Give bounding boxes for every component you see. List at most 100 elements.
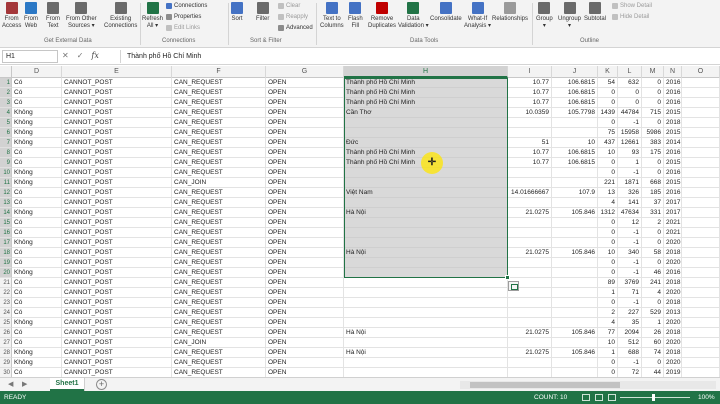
cell-l[interactable]: 1 xyxy=(618,158,642,168)
cell-d[interactable]: Có xyxy=(12,308,62,318)
cell-f[interactable]: CAN_REQUEST xyxy=(172,278,266,288)
cell-d[interactable]: Không xyxy=(12,348,62,358)
cell-g[interactable]: OPEN xyxy=(266,78,344,88)
cell-n[interactable]: 2015 xyxy=(664,128,682,138)
cell-m[interactable]: 0 xyxy=(642,118,664,128)
cell-l[interactable]: 72 xyxy=(618,368,642,377)
cell-j[interactable] xyxy=(552,258,598,268)
cell-j[interactable]: 105.846 xyxy=(552,208,598,218)
cell-n[interactable]: 2018 xyxy=(664,328,682,338)
cell-k[interactable]: 0 xyxy=(598,238,618,248)
cell-j[interactable] xyxy=(552,268,598,278)
cell-n[interactable]: 2016 xyxy=(664,268,682,278)
cell-f[interactable]: CAN_REQUEST xyxy=(172,168,266,178)
cell-i[interactable] xyxy=(508,168,552,178)
row-header[interactable]: 9 xyxy=(0,158,12,168)
cell-e[interactable]: CANNOT_POST xyxy=(62,118,172,128)
cell-n[interactable]: 2015 xyxy=(664,158,682,168)
cell-d[interactable]: Có xyxy=(12,188,62,198)
cell-m[interactable]: 0 xyxy=(642,258,664,268)
cell-d[interactable]: Có xyxy=(12,258,62,268)
existing-connections-button[interactable]: Existing Connections xyxy=(104,2,137,30)
cell-n[interactable]: 2019 xyxy=(664,368,682,377)
cell-d[interactable]: Có xyxy=(12,228,62,238)
cell-o[interactable] xyxy=(682,138,720,148)
zoom-slider[interactable] xyxy=(620,397,690,398)
cell-m[interactable]: 58 xyxy=(642,248,664,258)
cell-f[interactable]: CAN_REQUEST xyxy=(172,148,266,158)
cell-f[interactable]: CAN_REQUEST xyxy=(172,218,266,228)
sheet-tab-sheet1[interactable]: Sheet1 xyxy=(50,378,84,391)
cell-h[interactable] xyxy=(344,178,508,188)
cell-d[interactable]: Không xyxy=(12,268,62,278)
cell-m[interactable]: 1 xyxy=(642,318,664,328)
cell-o[interactable] xyxy=(682,108,720,118)
cell-m[interactable]: 37 xyxy=(642,198,664,208)
cell-m[interactable]: 175 xyxy=(642,148,664,158)
row-header[interactable]: 1 xyxy=(0,78,12,88)
cell-h[interactable] xyxy=(344,258,508,268)
cell-d[interactable]: Có xyxy=(12,328,62,338)
cell-m[interactable]: 185 xyxy=(642,188,664,198)
cell-k[interactable]: 0 xyxy=(598,88,618,98)
cell-e[interactable]: CANNOT_POST xyxy=(62,368,172,377)
cell-i[interactable]: 10.0359 xyxy=(508,108,552,118)
cell-d[interactable]: Có xyxy=(12,198,62,208)
cell-g[interactable]: OPEN xyxy=(266,188,344,198)
cell-j[interactable] xyxy=(552,308,598,318)
cell-g[interactable]: OPEN xyxy=(266,118,344,128)
cell-h[interactable] xyxy=(344,238,508,248)
cell-n[interactable]: 2018 xyxy=(664,118,682,128)
cell-h[interactable]: Cần Thơ xyxy=(344,108,508,118)
cell-d[interactable]: Không xyxy=(12,108,62,118)
cell-e[interactable]: CANNOT_POST xyxy=(62,278,172,288)
cell-n[interactable]: 2020 xyxy=(664,318,682,328)
cell-h[interactable] xyxy=(344,358,508,368)
cell-d[interactable]: Không xyxy=(12,178,62,188)
row-header[interactable]: 7 xyxy=(0,138,12,148)
cell-i[interactable] xyxy=(508,118,552,128)
cell-e[interactable]: CANNOT_POST xyxy=(62,208,172,218)
cell-j[interactable] xyxy=(552,278,598,288)
cell-e[interactable]: CANNOT_POST xyxy=(62,288,172,298)
cell-d[interactable]: Không xyxy=(12,358,62,368)
remove-duplicates-button[interactable]: Remove Duplicates xyxy=(368,2,396,30)
text-to-columns-button[interactable]: Text to Columns xyxy=(320,2,344,30)
from-web-button[interactable]: From Web xyxy=(24,2,38,30)
cell-e[interactable]: CANNOT_POST xyxy=(62,128,172,138)
cell-g[interactable]: OPEN xyxy=(266,348,344,358)
cell-k[interactable]: 2 xyxy=(598,308,618,318)
filter-button[interactable]: Filter xyxy=(256,2,269,23)
column-header-g[interactable]: G xyxy=(266,66,344,78)
cell-f[interactable]: CAN_REQUEST xyxy=(172,328,266,338)
cell-h[interactable]: Hà Nội xyxy=(344,208,508,218)
refresh-all-button[interactable]: Refresh All ▾ xyxy=(142,2,163,30)
cell-k[interactable]: 1 xyxy=(598,288,618,298)
row-header[interactable]: 16 xyxy=(0,228,12,238)
cell-d[interactable]: Không xyxy=(12,238,62,248)
cell-k[interactable]: 0 xyxy=(598,168,618,178)
cell-n[interactable]: 2020 xyxy=(664,238,682,248)
cell-e[interactable]: CANNOT_POST xyxy=(62,138,172,148)
cell-e[interactable]: CANNOT_POST xyxy=(62,88,172,98)
cell-m[interactable]: 5986 xyxy=(642,128,664,138)
cell-j[interactable]: 106.6815 xyxy=(552,148,598,158)
column-header-k[interactable]: K xyxy=(598,66,618,78)
cell-l[interactable]: 2094 xyxy=(618,328,642,338)
row-header[interactable]: 5 xyxy=(0,118,12,128)
row-header[interactable]: 23 xyxy=(0,298,12,308)
zoom-level[interactable]: 100% xyxy=(698,391,715,404)
cell-f[interactable]: CAN_REQUEST xyxy=(172,208,266,218)
cell-f[interactable]: CAN_REQUEST xyxy=(172,228,266,238)
cell-m[interactable]: 0 xyxy=(642,98,664,108)
cell-k[interactable]: 1312 xyxy=(598,208,618,218)
cell-f[interactable]: CAN_REQUEST xyxy=(172,308,266,318)
column-header-e[interactable]: E xyxy=(62,66,172,78)
cell-m[interactable]: 60 xyxy=(642,338,664,348)
column-header-i[interactable]: I xyxy=(508,66,552,78)
cell-h[interactable] xyxy=(344,198,508,208)
cell-g[interactable]: OPEN xyxy=(266,318,344,328)
cell-d[interactable]: Không xyxy=(12,168,62,178)
cell-k[interactable]: 0 xyxy=(598,218,618,228)
cell-j[interactable] xyxy=(552,168,598,178)
